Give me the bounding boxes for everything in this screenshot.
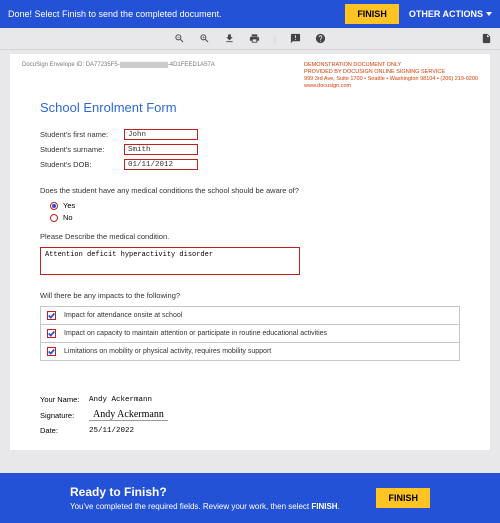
other-actions-label: OTHER ACTIONS <box>409 9 483 19</box>
banner-message: Done! Select Finish to send the complete… <box>8 9 345 19</box>
print-icon[interactable] <box>249 33 260 44</box>
chevron-down-icon <box>486 12 492 16</box>
footer-banner: Ready to Finish? You've completed the re… <box>0 473 500 523</box>
first-name-field[interactable]: John <box>124 129 198 140</box>
impact-checkbox-3[interactable] <box>47 347 56 356</box>
medical-question: Does the student have any medical condit… <box>40 186 460 195</box>
impact-row: Impact for attendance onsite at school <box>41 307 459 325</box>
other-actions-menu[interactable]: OTHER ACTIONS <box>409 9 492 19</box>
top-banner: Done! Select Finish to send the complete… <box>0 0 500 28</box>
document-viewport: DocuSign Envelope ID: DA77235F5-XXXXXXXX… <box>0 50 500 450</box>
dob-label: Student's DOB: <box>40 160 124 169</box>
radio-yes[interactable] <box>50 202 58 210</box>
impacts-table: Impact for attendance onsite at school I… <box>40 306 460 361</box>
surname-field[interactable]: Smith <box>124 144 198 155</box>
date-value: 25/11/2022 <box>89 427 134 435</box>
first-name-label: Student's first name: <box>40 130 124 139</box>
date-label: Date: <box>40 426 86 435</box>
signature-block: Your Name: Andy Ackermann Signature: And… <box>40 395 460 435</box>
impact-row: Impact on capacity to maintain attention… <box>41 325 459 343</box>
toolbar-divider: | <box>274 34 276 44</box>
impact-label-3: Limitations on mobility or physical acti… <box>64 348 271 355</box>
impact-checkbox-1[interactable] <box>47 311 56 320</box>
document-page: DocuSign Envelope ID: DA77235F5-XXXXXXXX… <box>10 54 490 450</box>
describe-field[interactable]: Attention deficit hyperactivity disorder <box>40 247 300 275</box>
envelope-id: DocuSign Envelope ID: DA77235F5-XXXXXXXX… <box>22 62 215 68</box>
signature-label: Signature: <box>40 411 86 420</box>
radio-no[interactable] <box>50 214 58 222</box>
page-thumbnail-icon[interactable] <box>481 33 492 44</box>
document-toolbar: | <box>0 28 500 50</box>
finish-button-footer[interactable]: FINISH <box>376 488 430 508</box>
impact-checkbox-2[interactable] <box>47 329 56 338</box>
radio-yes-label: Yes <box>63 201 75 210</box>
footer-title: Ready to Finish? <box>70 485 376 499</box>
surname-label: Student's surname: <box>40 145 124 154</box>
signer-name-label: Your Name: <box>40 395 86 404</box>
form-title: School Enrolment Form <box>40 100 460 115</box>
zoom-out-icon[interactable] <box>174 33 185 44</box>
footer-subtitle: You've completed the required fields. Re… <box>70 502 376 511</box>
describe-label: Please Describe the medical condition. <box>40 232 460 241</box>
signer-name-value: Andy Ackermann <box>89 396 152 404</box>
impact-row: Limitations on mobility or physical acti… <box>41 343 459 360</box>
dob-field[interactable]: 01/11/2012 <box>124 159 198 170</box>
impact-label-1: Impact for attendance onsite at school <box>64 312 182 319</box>
radio-no-label: No <box>63 213 73 222</box>
impact-label-2: Impact on capacity to maintain attention… <box>64 330 327 337</box>
zoom-in-icon[interactable] <box>199 33 210 44</box>
finish-button-top[interactable]: FINISH <box>345 4 399 24</box>
comment-icon[interactable] <box>290 33 301 44</box>
impacts-label: Will there be any impacts to the followi… <box>40 291 460 300</box>
demo-notice: DEMONSTRATION DOCUMENT ONLY PROVIDED BY … <box>304 62 478 91</box>
signature-image[interactable]: Andy Ackermann <box>89 409 168 421</box>
download-icon[interactable] <box>224 33 235 44</box>
help-icon[interactable] <box>315 33 326 44</box>
